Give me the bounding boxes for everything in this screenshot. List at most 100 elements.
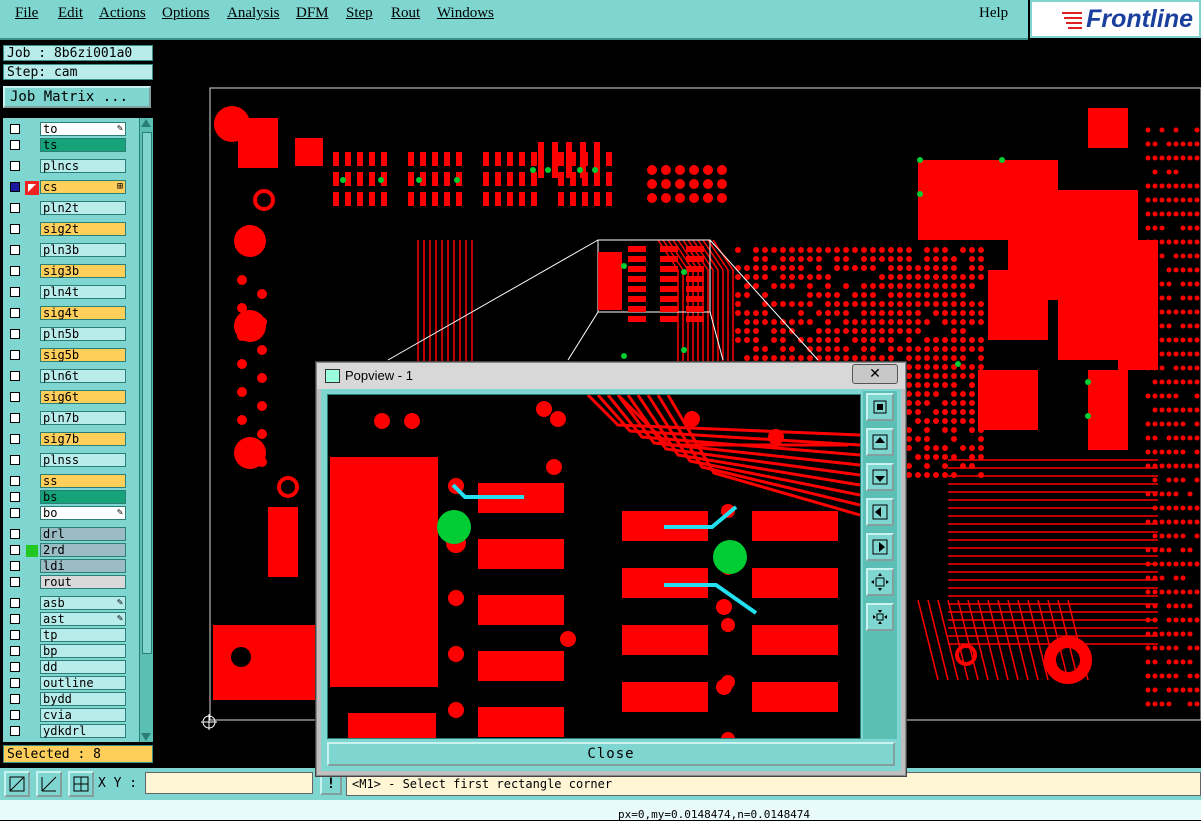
layer-checkbox[interactable] <box>10 529 20 539</box>
layer-checkbox[interactable] <box>10 124 20 134</box>
pan-right-button[interactable] <box>866 533 894 561</box>
menu-options[interactable]: Options <box>162 5 210 22</box>
layer-name: ydkdrl <box>40 724 126 738</box>
scroll-up-icon[interactable] <box>140 118 152 128</box>
layer-row-ydkdrl[interactable]: ydkdrl <box>7 724 127 738</box>
layer-list-scrollbar[interactable] <box>139 118 153 742</box>
layer-checkbox[interactable] <box>10 413 20 423</box>
layer-checkbox[interactable] <box>10 614 20 624</box>
layer-row-sig2t[interactable]: sig2t <box>7 222 127 236</box>
layer-row-ast[interactable]: ast ✎ <box>7 612 127 626</box>
layer-row-bo[interactable]: bo ✎ <box>7 506 127 520</box>
grid-button[interactable] <box>68 771 94 797</box>
layer-checkbox[interactable] <box>10 392 20 402</box>
layer-row-asb[interactable]: asb ✎ <box>7 596 127 610</box>
layer-checkbox[interactable] <box>10 726 20 736</box>
layer-row-pln3b[interactable]: pln3b <box>7 243 127 257</box>
layer-checkbox[interactable] <box>10 161 20 171</box>
layer-row-pln4t[interactable]: pln4t <box>7 285 127 299</box>
popview-close-x-button[interactable]: ✕ <box>852 364 898 384</box>
xy-coordinate-field[interactable] <box>145 772 313 794</box>
layer-row-pln6t[interactable]: pln6t <box>7 369 127 383</box>
layer-row-sig5b[interactable]: sig5b <box>7 348 127 362</box>
zoom-fit-icon <box>873 400 887 414</box>
layer-row-2rd[interactable]: 2rd <box>7 543 127 557</box>
layer-row-tp[interactable]: tp <box>7 628 127 642</box>
layer-row-sig7b[interactable]: sig7b <box>7 432 127 446</box>
pan-up-button[interactable] <box>866 428 894 456</box>
layer-row-pln5b[interactable]: pln5b <box>7 327 127 341</box>
menu-edit[interactable]: Edit <box>58 5 83 22</box>
layer-row-bs[interactable]: bs <box>7 490 127 504</box>
menu-analysis[interactable]: Analysis <box>227 5 280 22</box>
layer-row-ts[interactable]: ts <box>7 138 127 152</box>
layer-checkbox[interactable] <box>10 434 20 444</box>
zoom-window-button[interactable] <box>4 771 30 797</box>
zoom-in-button[interactable] <box>866 568 894 596</box>
job-matrix-button[interactable]: Job Matrix ... <box>3 86 151 108</box>
layer-checkbox[interactable] <box>10 694 20 704</box>
layer-checkbox[interactable] <box>10 266 20 276</box>
scrollbar-thumb[interactable] <box>142 132 152 654</box>
layer-row-cs[interactable]: cs ⊞ <box>7 180 127 195</box>
layer-checkbox[interactable] <box>10 140 20 150</box>
layer-row-plncs[interactable]: plncs <box>7 159 127 173</box>
layer-row-sig6t[interactable]: sig6t <box>7 390 127 404</box>
layer-checkbox[interactable] <box>10 545 20 555</box>
layer-checkbox[interactable] <box>10 350 20 360</box>
zoom-out-button[interactable] <box>866 603 894 631</box>
layer-checkbox[interactable] <box>10 710 20 720</box>
layer-checkbox[interactable] <box>10 678 20 688</box>
layer-row-plnss[interactable]: plnss <box>7 453 127 467</box>
layer-checkbox[interactable] <box>10 662 20 672</box>
layer-checkbox[interactable] <box>10 646 20 656</box>
layer-checkbox[interactable] <box>10 245 20 255</box>
layer-checkbox[interactable] <box>10 308 20 318</box>
pan-down-button[interactable] <box>866 463 894 491</box>
layer-checkbox[interactable] <box>10 455 20 465</box>
menu-dfm[interactable]: DFM <box>296 5 329 22</box>
menu-help[interactable]: Help <box>979 5 1008 22</box>
layer-name: rout <box>40 575 126 589</box>
scroll-down-icon[interactable] <box>140 732 152 742</box>
layer-row-drl[interactable]: drl <box>7 527 127 541</box>
layer-row-outline[interactable]: outline <box>7 676 127 690</box>
menu-file[interactable]: File <box>15 5 38 22</box>
layer-checkbox[interactable] <box>10 561 20 571</box>
alert-button[interactable]: ! <box>320 773 342 795</box>
menu-step[interactable]: Step <box>346 5 373 22</box>
menu-actions[interactable]: Actions <box>99 5 146 22</box>
layer-row-rout[interactable]: rout <box>7 575 127 589</box>
menu-windows[interactable]: Windows <box>437 5 494 22</box>
layer-row-ldi[interactable]: ldi <box>7 559 127 573</box>
layer-checkbox[interactable] <box>10 287 20 297</box>
popview-close-button[interactable]: Close <box>327 742 895 766</box>
layer-checkbox[interactable] <box>10 577 20 587</box>
layer-row-bydd[interactable]: bydd <box>7 692 127 706</box>
layer-checkbox[interactable] <box>10 224 20 234</box>
layer-row-dd[interactable]: dd <box>7 660 127 674</box>
layer-row-pln2t[interactable]: pln2t <box>7 201 127 215</box>
popview-canvas[interactable] <box>327 394 861 739</box>
layer-checkbox[interactable] <box>10 329 20 339</box>
layer-row-cvia[interactable]: cvia <box>7 708 127 722</box>
layer-checkbox[interactable] <box>10 492 20 502</box>
popview-titlebar[interactable]: Popview - 1 ✕ <box>317 363 905 389</box>
layer-row-bp[interactable]: bp <box>7 644 127 658</box>
layer-checkbox[interactable] <box>10 203 20 213</box>
layer-row-sig4t[interactable]: sig4t <box>7 306 127 320</box>
layer-row-ss[interactable]: ss <box>7 474 127 488</box>
layer-row-pln7b[interactable]: pln7b <box>7 411 127 425</box>
layer-checkbox[interactable] <box>10 182 20 192</box>
layer-checkbox[interactable] <box>10 598 20 608</box>
zoom-fit-button[interactable] <box>866 393 894 421</box>
layer-checkbox[interactable] <box>10 630 20 640</box>
layer-checkbox[interactable] <box>10 508 20 518</box>
menu-rout[interactable]: Rout <box>391 5 420 22</box>
measure-button[interactable] <box>36 771 62 797</box>
layer-row-to[interactable]: to ✎ <box>7 122 127 136</box>
layer-checkbox[interactable] <box>10 371 20 381</box>
layer-checkbox[interactable] <box>10 476 20 486</box>
layer-row-sig3b[interactable]: sig3b <box>7 264 127 278</box>
pan-left-button[interactable] <box>866 498 894 526</box>
